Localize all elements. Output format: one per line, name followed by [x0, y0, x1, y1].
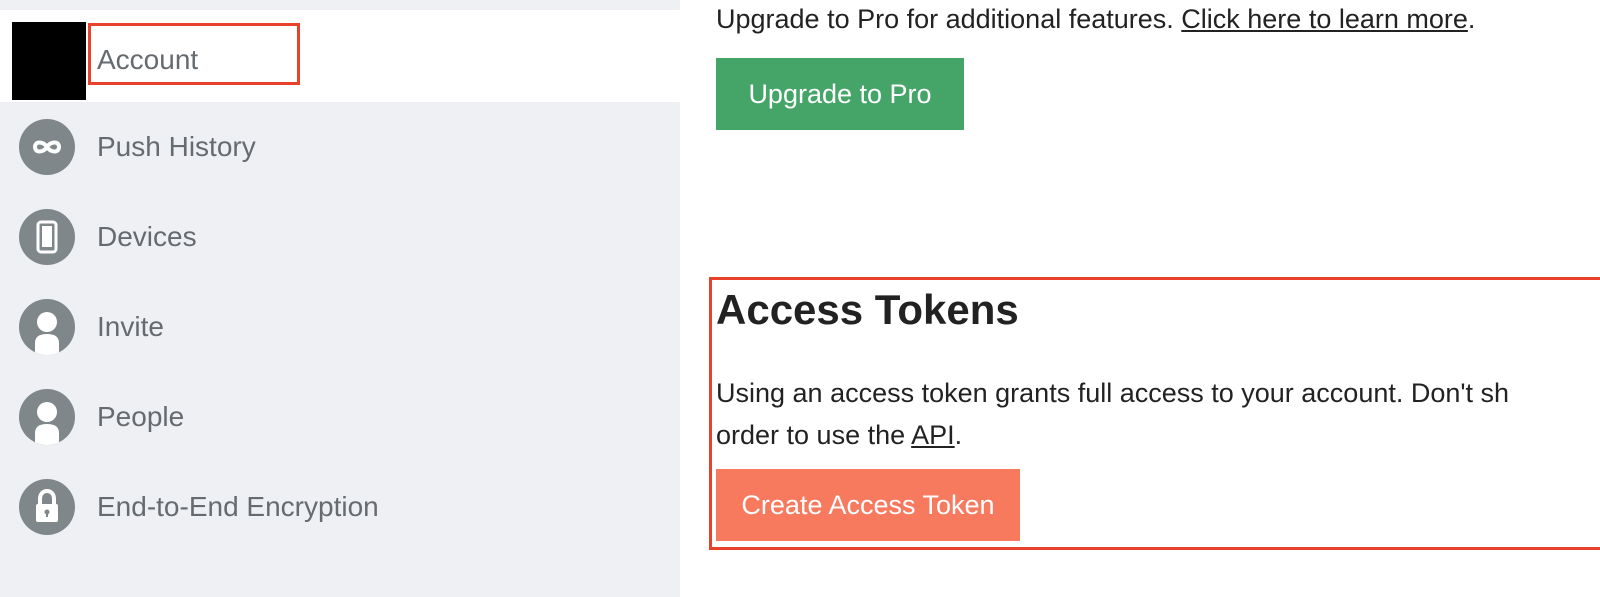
- sidebar-item-label: End-to-End Encryption: [97, 491, 379, 522]
- upgrade-text-end: .: [1467, 4, 1476, 34]
- sidebar-item-label: People: [97, 401, 185, 432]
- access-tokens-description: Using an access token grants full access…: [716, 372, 1509, 456]
- description-line-1: Using an access token grants full access…: [716, 378, 1510, 408]
- sidebar: Account Push History Devices Invite Peop…: [0, 0, 680, 597]
- sidebar-item-label: Account: [97, 44, 199, 75]
- upgrade-message: Upgrade to Pro for additional features. …: [716, 4, 1475, 35]
- sidebar-item-label: Devices: [97, 221, 197, 252]
- description-text-end: .: [954, 420, 963, 450]
- person-icon: [19, 389, 75, 445]
- access-tokens-heading: Access Tokens: [716, 286, 1019, 333]
- infinity-icon: [19, 119, 75, 175]
- sidebar-item-account[interactable]: Account: [0, 10, 680, 102]
- person-icon: [19, 299, 75, 355]
- lock-icon: [19, 479, 75, 535]
- sidebar-item-encryption[interactable]: End-to-End Encryption: [0, 462, 680, 552]
- sidebar-item-devices[interactable]: Devices: [0, 192, 680, 282]
- sidebar-item-push-history[interactable]: Push History: [0, 102, 680, 192]
- sidebar-item-people[interactable]: People: [0, 372, 680, 462]
- sidebar-top-strip: [0, 0, 680, 10]
- api-link[interactable]: API: [911, 420, 955, 450]
- learn-more-link[interactable]: Click here to learn more: [1181, 4, 1468, 34]
- description-text: order to use the: [716, 420, 912, 450]
- create-access-token-button[interactable]: Create Access Token: [716, 469, 1020, 541]
- sidebar-item-invite[interactable]: Invite: [0, 282, 680, 372]
- description-line-2: order to use the API.: [716, 414, 1509, 456]
- upgrade-text: Upgrade to Pro for additional features.: [716, 4, 1182, 34]
- main-content: Upgrade to Pro for additional features. …: [680, 0, 1600, 597]
- sidebar-item-label: Invite: [97, 311, 164, 342]
- sidebar-item-label: Push History: [97, 131, 256, 162]
- avatar: [12, 22, 86, 100]
- upgrade-to-pro-button[interactable]: Upgrade to Pro: [716, 58, 964, 130]
- phone-icon: [19, 209, 75, 265]
